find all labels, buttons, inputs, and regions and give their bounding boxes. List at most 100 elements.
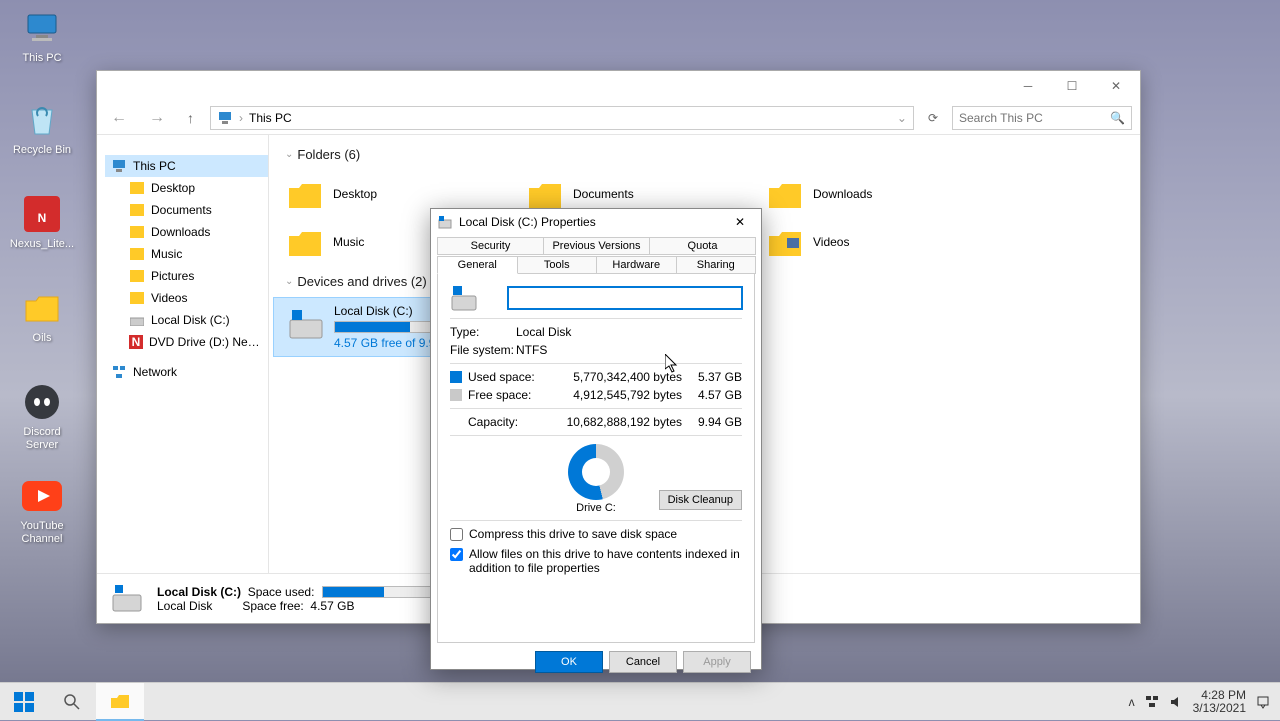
free-bytes: 4,912,545,792 bytes [538, 388, 696, 402]
tray-notification-icon[interactable] [1256, 695, 1270, 709]
sidebar-item-network[interactable]: Network [105, 361, 268, 383]
apply-button[interactable]: Apply [683, 651, 751, 673]
desktop-icon-discord[interactable]: Discord Server [6, 382, 78, 452]
folder-icon [285, 224, 325, 260]
folder-icon [129, 246, 145, 262]
index-label: Allow files on this drive to have conten… [469, 547, 742, 575]
tray-network-icon[interactable] [1145, 695, 1159, 709]
forward-button[interactable]: → [143, 105, 171, 131]
back-button[interactable]: ← [105, 105, 133, 131]
tab-general[interactable]: General [437, 256, 518, 274]
used-gb: 5.37 GB [696, 370, 742, 384]
drive-label-input[interactable] [508, 287, 742, 309]
drive-large-icon [450, 284, 480, 312]
address-text: This PC [249, 111, 292, 125]
sidebar-item-dvd[interactable]: NDVD Drive (D:) Nexus.Lite [123, 331, 268, 353]
sidebar-item-thispc[interactable]: This PC [105, 155, 268, 177]
drive-icon [437, 214, 453, 230]
tab-hardware[interactable]: Hardware [596, 256, 677, 274]
compress-checkbox[interactable] [450, 528, 463, 541]
search-input[interactable] [959, 111, 1125, 125]
tab-sharing[interactable]: Sharing [676, 256, 757, 274]
cap-gb: 9.94 GB [696, 415, 742, 429]
sidebar: This PC Desktop Documents Downloads Musi… [97, 135, 269, 573]
cap-bytes: 10,682,888,192 bytes [538, 415, 696, 429]
navbar: ← → ↑ › This PC ⌄ ⟳ 🔍 [97, 101, 1140, 135]
recyclebin-icon [22, 100, 62, 140]
folder-icon [22, 288, 62, 328]
tab-quota[interactable]: Quota [649, 237, 756, 255]
nexus-icon: N [22, 194, 62, 234]
used-bytes: 5,770,342,400 bytes [538, 370, 696, 384]
search-box[interactable]: 🔍 [952, 106, 1132, 130]
type-value: Local Disk [516, 325, 571, 339]
system-tray: ʌ 4:28 PM 3/13/2021 [1119, 689, 1280, 715]
general-panel: Type:Local Disk File system:NTFS Used sp… [437, 273, 755, 643]
folder-icon [129, 268, 145, 284]
folder-icon [765, 224, 805, 260]
cancel-button[interactable]: Cancel [609, 651, 677, 673]
desktop-icon-youtube[interactable]: YouTube Channel [6, 476, 78, 546]
tab-previousversions[interactable]: Previous Versions [543, 237, 650, 255]
svg-text:N: N [38, 211, 47, 225]
discord-icon [22, 382, 62, 422]
desktop-icon-nexus[interactable]: N Nexus_Lite... [6, 194, 78, 251]
taskbar: ʌ 4:28 PM 3/13/2021 [0, 682, 1280, 720]
compress-label: Compress this drive to save disk space [469, 527, 677, 541]
close-button[interactable]: ✕ [1094, 72, 1138, 100]
address-dropdown-icon[interactable]: ⌄ [897, 111, 907, 125]
sidebar-item-music[interactable]: Music [123, 243, 268, 265]
refresh-button[interactable]: ⟳ [924, 107, 942, 129]
tray-volume-icon[interactable] [1169, 695, 1183, 709]
folder-icon [285, 176, 325, 212]
dialog-titlebar[interactable]: Local Disk (C:) Properties ✕ [431, 209, 761, 235]
youtube-icon [22, 476, 62, 516]
index-checkbox[interactable] [450, 548, 463, 561]
folder-item-videos[interactable]: Videos [753, 218, 993, 266]
sidebar-item-downloads[interactable]: Downloads [123, 221, 268, 243]
folder-icon [129, 224, 145, 240]
disk-cleanup-button[interactable]: Disk Cleanup [659, 490, 742, 510]
up-button[interactable]: ↑ [181, 106, 200, 130]
tab-security[interactable]: Security [437, 237, 544, 255]
dialog-title: Local Disk (C:) Properties [459, 215, 596, 229]
desktop-icon-oils[interactable]: Oils [6, 288, 78, 345]
sidebar-item-pictures[interactable]: Pictures [123, 265, 268, 287]
status-info: Local Disk (C:) Space used: Local Disk S… [157, 585, 437, 613]
folders-header[interactable]: Folders (6) [273, 143, 1136, 166]
sidebar-subtree: Desktop Documents Downloads Music Pictur… [105, 177, 268, 353]
folder-icon [525, 176, 565, 212]
usage-pie-chart [568, 444, 624, 500]
folder-item-downloads[interactable]: Downloads [753, 170, 993, 218]
svg-text:N: N [132, 335, 141, 349]
sidebar-item-videos[interactable]: Videos [123, 287, 268, 309]
dialog-button-row: OK Cancel Apply [431, 643, 761, 681]
search-icon: 🔍 [1110, 111, 1125, 125]
sidebar-item-documents[interactable]: Documents [123, 199, 268, 221]
taskbar-clock[interactable]: 4:28 PM 3/13/2021 [1193, 689, 1246, 715]
drive-icon [129, 312, 145, 328]
tray-chevron-icon[interactable]: ʌ [1129, 695, 1135, 709]
taskbar-explorer-button[interactable] [96, 683, 144, 721]
free-gb: 4.57 GB [696, 388, 742, 402]
sidebar-item-localdisk[interactable]: Local Disk (C:) [123, 309, 268, 331]
network-icon [111, 364, 127, 380]
desktop-icon-recyclebin[interactable]: Recycle Bin [6, 100, 78, 157]
tab-tools[interactable]: Tools [517, 256, 598, 274]
ok-button[interactable]: OK [535, 651, 603, 673]
minimize-button[interactable]: ─ [1006, 72, 1050, 100]
address-bar[interactable]: › This PC ⌄ [210, 106, 914, 130]
dialog-close-button[interactable]: ✕ [725, 215, 755, 229]
tab-strip-2: General Tools Hardware Sharing [431, 256, 761, 273]
thispc-icon [111, 158, 127, 174]
desktop-icon-thispc[interactable]: This PC [6, 8, 78, 65]
folder-icon [129, 180, 145, 196]
start-button[interactable] [0, 683, 48, 721]
taskbar-search-button[interactable] [48, 683, 96, 721]
titlebar: ─ ☐ ✕ [97, 71, 1140, 101]
drive-icon [286, 304, 326, 344]
thispc-icon [22, 8, 62, 48]
fs-value: NTFS [516, 343, 547, 357]
sidebar-item-desktop[interactable]: Desktop [123, 177, 268, 199]
maximize-button[interactable]: ☐ [1050, 72, 1094, 100]
